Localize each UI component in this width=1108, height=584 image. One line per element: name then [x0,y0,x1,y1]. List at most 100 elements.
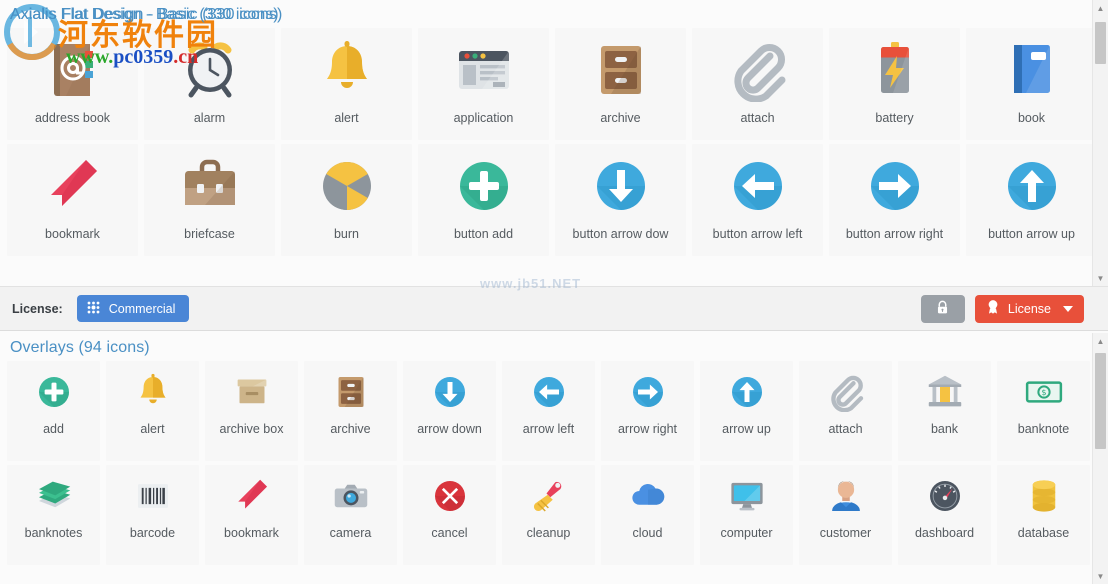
file-cabinet-icon [555,28,686,112]
icon-label: button arrow dow [555,228,686,242]
icon-cell[interactable]: bookmark [205,465,298,565]
section-title-overlays: Overlays (94 icons) [0,333,1108,361]
icon-label: arrow right [601,423,694,437]
bell-icon [281,28,412,112]
icon-label: attach [799,423,892,437]
license-dropdown-button[interactable]: License [975,295,1084,323]
icon-cell[interactable]: battery [829,28,960,140]
icon-cell[interactable]: burn [281,144,412,256]
icon-label: button add [418,228,549,242]
icon-cell[interactable]: cleanup [502,465,595,565]
icon-cell[interactable]: bookmark [7,144,138,256]
icon-cell[interactable]: cloud [601,465,694,565]
icon-cell[interactable]: alert [106,361,199,461]
icon-cell[interactable]: button arrow right [829,144,960,256]
battery-icon [829,28,960,112]
bank-icon [898,361,991,423]
icon-cell[interactable]: alert [281,28,412,140]
icon-cell[interactable]: $banknote [997,361,1090,461]
icon-cell[interactable]: arrow up [700,361,793,461]
icon-cell[interactable]: book [966,28,1097,140]
icon-cell[interactable]: arrow left [502,361,595,461]
icon-cell[interactable]: customer [799,465,892,565]
file-cabinet-icon [304,361,397,423]
icon-cell[interactable]: button arrow dow [555,144,686,256]
icon-cell[interactable]: add [7,361,100,461]
circle-arrow-left-icon [502,361,595,423]
scrollbar-thumb[interactable] [1095,22,1106,64]
icon-cell[interactable]: database [997,465,1090,565]
overlays-panel-scrollbar[interactable]: ▲ ▼ [1092,333,1108,584]
icon-cell[interactable]: banknotes [7,465,100,565]
icon-label: book [966,112,1097,126]
circle-arrow-right-icon [829,144,960,228]
icon-cell[interactable]: archive box [205,361,298,461]
icon-cell[interactable]: camera [304,465,397,565]
basic-panel-scrollbar[interactable]: ▲ ▼ [1092,0,1108,286]
circle-arrow-left-icon [692,144,823,228]
scroll-down-arrow-icon[interactable]: ▼ [1093,270,1108,286]
circle-plus-icon [418,144,549,228]
license-bar: License: Commercial [0,286,1108,331]
watermark-url-www: www. [66,46,113,68]
chevron-down-icon [1063,306,1073,312]
icon-cell[interactable]: barcode [106,465,199,565]
icon-label: customer [799,527,892,541]
monitor-icon [700,465,793,527]
icon-label: burn [281,228,412,242]
circle-arrow-right-icon [601,361,694,423]
circle-arrow-up-icon [966,144,1097,228]
icon-label: button arrow up [966,228,1097,242]
icon-cell[interactable]: dashboard [898,465,991,565]
circle-arrow-up-icon [700,361,793,423]
icon-cell[interactable]: button add [418,144,549,256]
icon-cell[interactable]: arrow down [403,361,496,461]
icon-cell[interactable]: computer [700,465,793,565]
icon-label: barcode [106,527,199,541]
icon-label: address book [7,112,138,126]
circle-x-icon [403,465,496,527]
icon-cell[interactable]: attach [799,361,892,461]
icon-label: application [418,112,549,126]
icon-cell[interactable]: archive [555,28,686,140]
icon-cell[interactable]: button arrow up [966,144,1097,256]
icon-label: attach [692,112,823,126]
icon-label: briefcase [144,228,275,242]
icon-label: bookmark [7,228,138,242]
bookmark-ribbon-icon [7,144,138,228]
icon-label: alarm [144,112,275,126]
commercial-license-button[interactable]: Commercial [77,295,190,322]
camera-icon [304,465,397,527]
broom-icon [502,465,595,527]
icon-cell[interactable]: archive [304,361,397,461]
gauge-icon [898,465,991,527]
icon-cell[interactable]: bank [898,361,991,461]
bookmark-ribbon-icon [205,465,298,527]
banknote-icon: $ [997,361,1090,423]
lock-button[interactable] [921,295,965,323]
banknotes-icon [7,465,100,527]
icon-cell[interactable]: button arrow left [692,144,823,256]
circle-arrow-down-icon [403,361,496,423]
icon-label: archive [304,423,397,437]
icon-cell[interactable]: arrow right [601,361,694,461]
scroll-up-arrow-icon[interactable]: ▲ [1093,0,1108,16]
icon-cell[interactable]: briefcase [144,144,275,256]
scrollbar-thumb[interactable] [1095,353,1106,449]
scroll-up-arrow-icon[interactable]: ▲ [1093,333,1108,349]
icon-label: computer [700,527,793,541]
overlays-panel: Overlays (94 icons) addalertarchive box a… [0,333,1108,584]
archive-box-icon [205,361,298,423]
scroll-down-arrow-icon[interactable]: ▼ [1093,568,1108,584]
book-icon [966,28,1097,112]
paperclip-icon [799,361,892,423]
svg-text:$: $ [1041,387,1046,397]
icon-cell[interactable]: application [418,28,549,140]
icon-cell[interactable]: attach [692,28,823,140]
icon-label: database [997,527,1090,541]
award-badge-icon [986,299,1000,318]
icon-label: battery [829,112,960,126]
icon-cell[interactable]: cancel [403,465,496,565]
icon-label: banknotes [7,527,100,541]
icon-label: archive [555,112,686,126]
